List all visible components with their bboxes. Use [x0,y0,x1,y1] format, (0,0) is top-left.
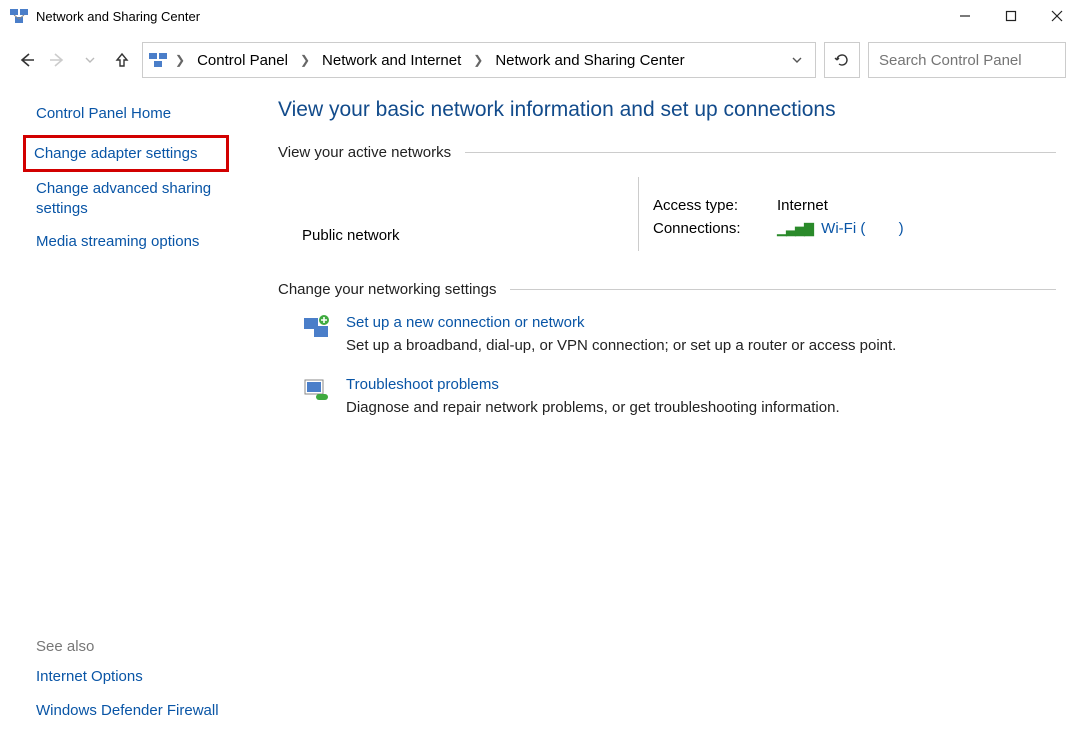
window-title: Network and Sharing Center [36,9,942,24]
main-content: View your basic network information and … [260,80,1066,742]
see-also-header: See also [36,638,254,655]
back-button[interactable] [14,48,38,72]
new-connection-icon [302,314,332,344]
see-also-section: See also Internet Options Windows Defend… [36,638,254,730]
breadcrumb-network-sharing[interactable]: Network and Sharing Center [491,50,688,71]
window-titlebar: Network and Sharing Center [0,0,1080,32]
active-networks-label: View your active networks [278,144,451,161]
access-type-value: Internet [777,197,828,214]
wifi-connection-link[interactable]: Wi-Fi ( ) [821,220,904,237]
network-sharing-icon [10,7,28,25]
setting-troubleshoot: Troubleshoot problems Diagnose and repai… [302,376,1056,416]
chevron-right-icon[interactable]: ❯ [471,53,485,67]
new-connection-desc: Set up a broadband, dial-up, or VPN conn… [346,337,896,354]
access-type-label: Access type: [653,197,753,214]
chevron-right-icon[interactable]: ❯ [173,53,187,67]
refresh-button[interactable] [824,42,860,78]
sidebar-defender-firewall[interactable]: Windows Defender Firewall [36,701,236,721]
sidebar-media-streaming[interactable]: Media streaming options [36,232,236,252]
troubleshoot-desc: Diagnose and repair network problems, or… [346,399,840,416]
close-button[interactable] [1034,0,1080,32]
sidebar-internet-options[interactable]: Internet Options [36,667,236,687]
breadcrumb-control-panel[interactable]: Control Panel [193,50,292,71]
chevron-right-icon[interactable]: ❯ [298,53,312,67]
search-input[interactable] [877,51,1080,70]
network-info: Access type: Internet Connections: ▁▃▅▇ … [653,177,904,251]
address-dropdown[interactable] [785,54,809,66]
page-title: View your basic network information and … [278,98,1056,122]
forward-button[interactable] [46,48,70,72]
search-box[interactable] [868,42,1066,78]
connections-value: ▁▃▅▇ Wi-Fi ( ) [777,220,904,237]
troubleshoot-icon [302,376,332,406]
minimize-button[interactable] [942,0,988,32]
new-connection-link[interactable]: Set up a new connection or network [346,314,896,331]
active-network-row: Public network Access type: Internet Con… [278,177,1056,251]
divider [465,152,1056,153]
network-type-label: Public network [278,177,638,251]
up-button[interactable] [110,48,134,72]
sidebar-control-panel-home[interactable]: Control Panel Home [36,104,236,124]
divider [638,177,639,251]
sidebar-change-adapter-settings[interactable]: Change adapter settings [26,138,226,170]
setting-new-connection: Set up a new connection or network Set u… [302,314,1056,354]
address-bar[interactable]: ❯ Control Panel ❯ Network and Internet ❯… [142,42,816,78]
change-settings-label: Change your networking settings [278,281,496,298]
toolbar: ❯ Control Panel ❯ Network and Internet ❯… [0,40,1080,80]
troubleshoot-link[interactable]: Troubleshoot problems [346,376,840,393]
wifi-signal-icon: ▁▃▅▇ [777,221,813,236]
recent-locations-dropdown[interactable] [78,48,102,72]
network-sharing-icon [149,51,167,69]
change-settings-header: Change your networking settings [278,281,1056,298]
sidebar-change-advanced-sharing[interactable]: Change advanced sharing settings [36,179,236,218]
maximize-button[interactable] [988,0,1034,32]
active-networks-header: View your active networks [278,144,1056,161]
sidebar: Control Panel Home Change adapter settin… [14,80,260,742]
divider [510,289,1056,290]
connections-label: Connections: [653,220,753,237]
breadcrumb-network-internet[interactable]: Network and Internet [318,50,465,71]
